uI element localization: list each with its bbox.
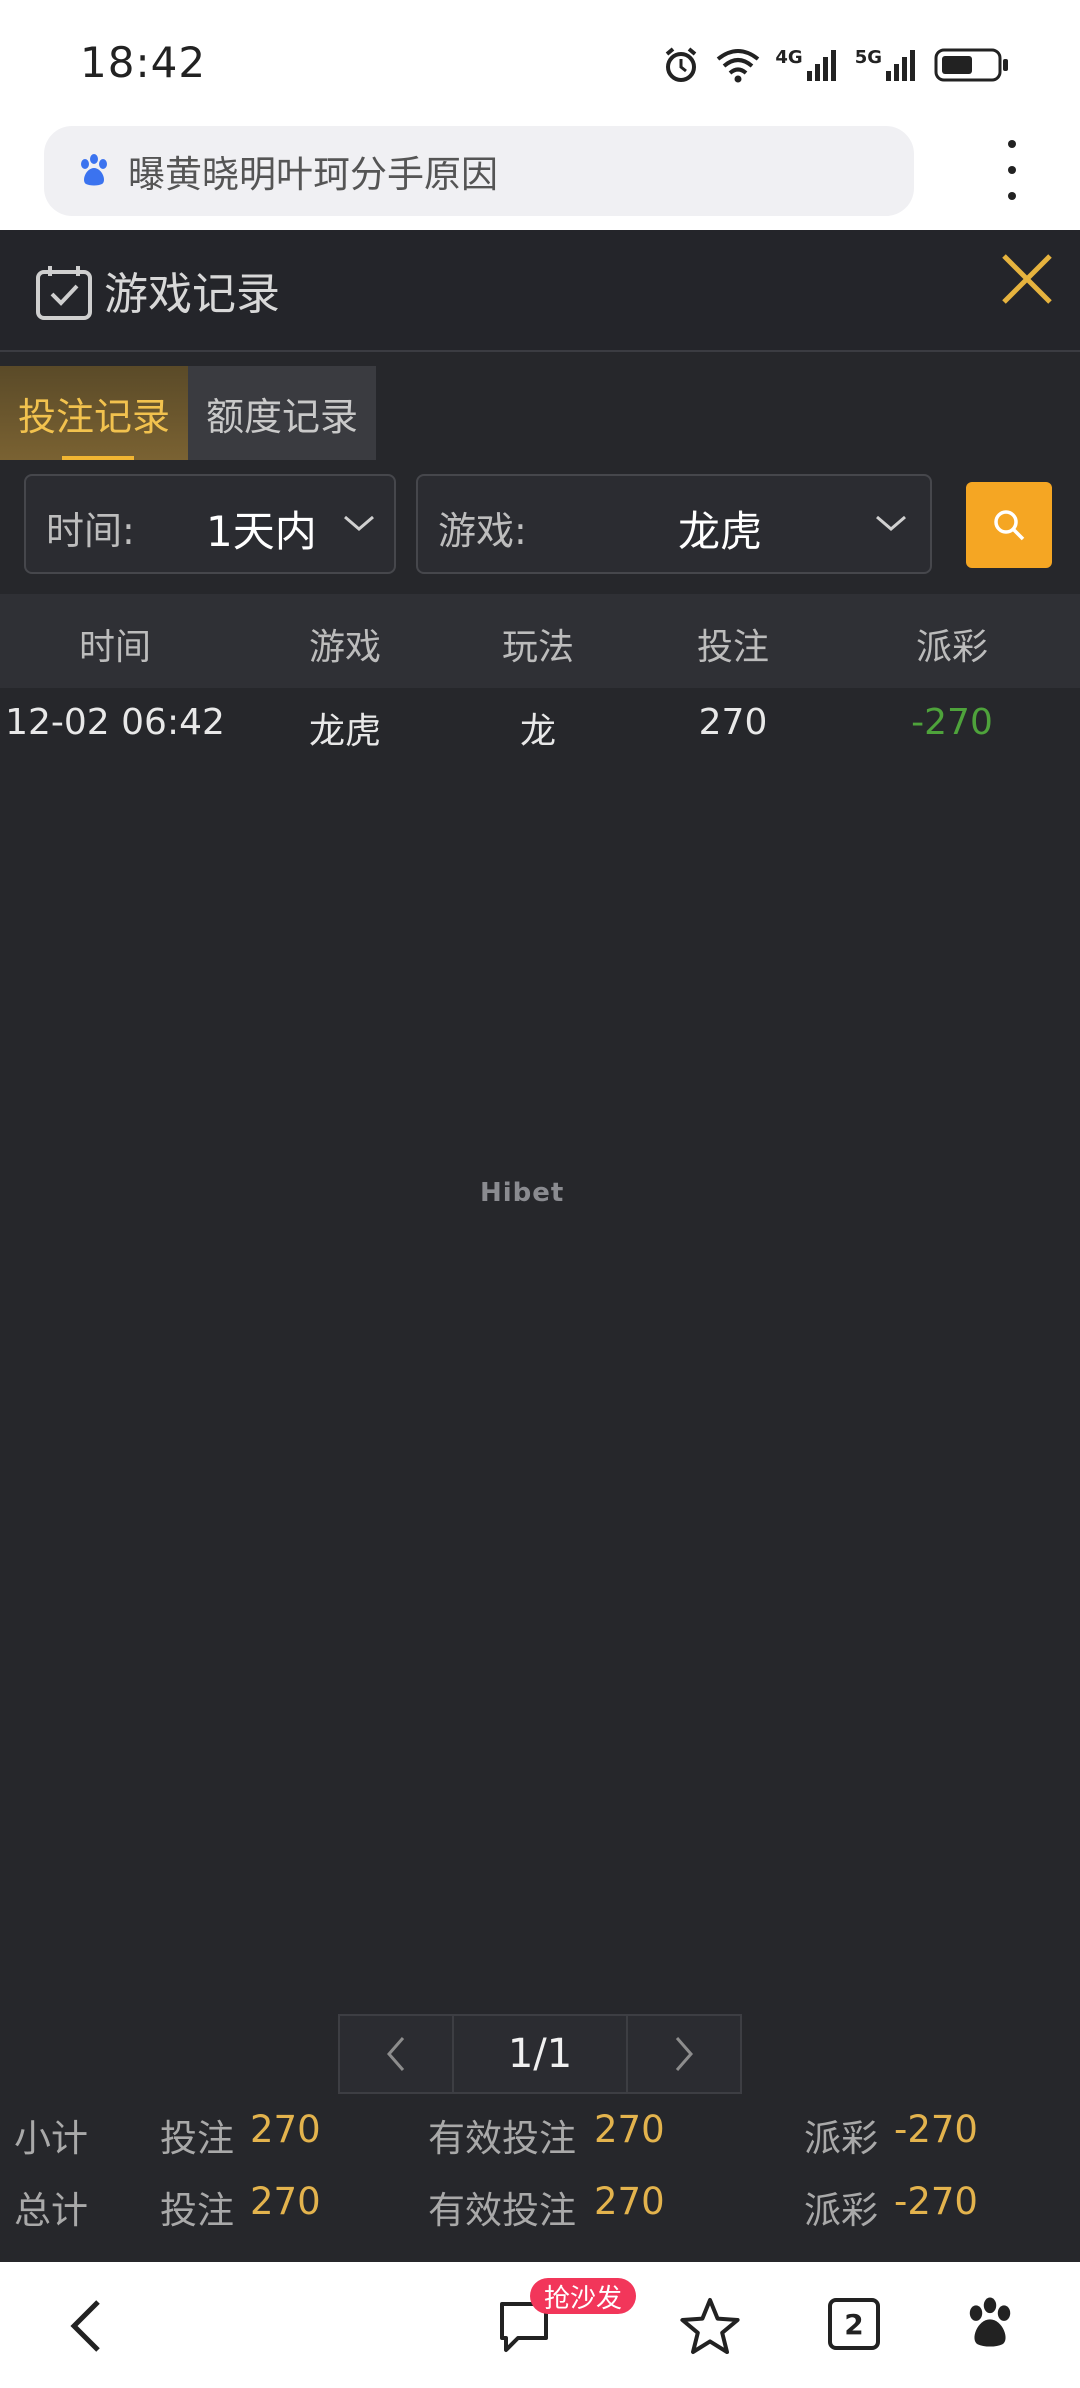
total-row: 总计 投注 270 有效投注 270 派彩 -270 (0, 2180, 1080, 2236)
watermark-logo: Hibet (480, 1178, 565, 1208)
status-bar: 18:42 4G 5G (0, 0, 1080, 126)
tab-bet-records[interactable]: 投注记录 (0, 366, 189, 460)
panel-title: 游戏记录 (104, 269, 280, 320)
col-header-bet: 投注 (696, 627, 770, 668)
back-arrow-icon[interactable] (66, 2296, 106, 2356)
signal-icon (806, 50, 836, 81)
game-filter-value: 龙虎 (678, 507, 763, 556)
baidu-paw-icon[interactable] (962, 2296, 1018, 2352)
browser-search-text: 曝黄晓明叶珂分手原因 (128, 153, 498, 196)
time-filter-value: 1天内 (206, 507, 317, 556)
wifi-icon (717, 49, 760, 83)
col-header-game: 游戏 (308, 627, 382, 668)
col-header-payout: 派彩 (915, 627, 989, 668)
cell-payout: -270 (911, 702, 993, 743)
subtotal-row: 小计 投注 270 有效投注 270 派彩 -270 (0, 2108, 1080, 2164)
game-filter-select[interactable]: 游戏: 龙虎 (416, 474, 932, 574)
calendar-check-icon (36, 266, 92, 320)
pagination: 1/1 (338, 2014, 742, 2094)
total-payout-value: -270 (894, 2180, 978, 2223)
baidu-paw-icon (81, 154, 107, 186)
chevron-right-icon (675, 2037, 693, 2071)
total-bet-label: 投注 (160, 2189, 234, 2232)
cell-time: 12-02 06:42 (5, 702, 225, 743)
cell-play: 龙 (519, 711, 557, 752)
time-filter-label: 时间: (46, 509, 135, 553)
alarm-icon (666, 47, 697, 82)
tabs-count: 2 (844, 2307, 864, 2341)
page-indicator: 1/1 (454, 2014, 626, 2094)
network-4g-label: 4G (775, 47, 803, 68)
chevron-down-icon (344, 515, 374, 531)
subtotal-bet-label: 投注 (160, 2117, 234, 2160)
col-header-time: 时间 (78, 627, 152, 668)
game-filter-label: 游戏: (438, 509, 527, 553)
comment-badge: 抢沙发 (530, 2278, 637, 2314)
browser-search-box[interactable]: 曝黄晓明叶珂分手原因 (44, 126, 914, 216)
subtotal-payout-label: 派彩 (804, 2117, 878, 2160)
cell-bet: 270 (698, 702, 768, 743)
chevron-left-icon (387, 2037, 405, 2071)
tabs-count-button[interactable]: 2 (828, 2298, 880, 2350)
subtotal-payout-value: -270 (894, 2108, 978, 2151)
signal-icon (886, 50, 915, 81)
subtotal-label: 小计 (14, 2117, 88, 2160)
more-menu-icon[interactable] (1000, 140, 1024, 200)
cell-game: 龙虎 (308, 711, 382, 752)
total-bet-value: 270 (250, 2180, 321, 2223)
col-header-play: 玩法 (501, 627, 575, 668)
star-icon[interactable] (680, 2296, 740, 2356)
tab-credit-records[interactable]: 额度记录 (188, 366, 377, 460)
prev-page-button[interactable] (338, 2014, 454, 2094)
search-button[interactable] (966, 482, 1052, 568)
total-payout-label: 派彩 (804, 2189, 878, 2232)
total-label: 总计 (14, 2189, 88, 2232)
time-filter-select[interactable]: 时间: 1天内 (24, 474, 396, 574)
next-page-button[interactable] (626, 2014, 742, 2094)
total-valid-value: 270 (594, 2180, 665, 2223)
panel-header: 游戏记录 (0, 230, 1080, 352)
subtotal-bet-value: 270 (250, 2108, 321, 2151)
status-icons: 4G 5G (661, 40, 1010, 90)
search-icon (994, 510, 1025, 541)
battery-icon (934, 48, 1008, 82)
chevron-down-icon (876, 515, 906, 531)
subtotal-valid-value: 270 (594, 2108, 665, 2151)
browser-bar: 曝黄晓明叶珂分手原因 (0, 126, 1080, 230)
subtotal-valid-label: 有效投注 (428, 2117, 576, 2160)
network-5g-label: 5G (854, 47, 882, 68)
table-header: 时间 游戏 玩法 投注 派彩 (0, 594, 1080, 688)
status-time: 18:42 (80, 38, 207, 87)
close-icon[interactable] (996, 248, 1058, 310)
total-valid-label: 有效投注 (428, 2189, 576, 2232)
table-row[interactable]: 12-02 06:42 龙虎 龙 270 -270 (0, 694, 1080, 760)
record-tabs: 投注记录 额度记录 (0, 366, 377, 460)
